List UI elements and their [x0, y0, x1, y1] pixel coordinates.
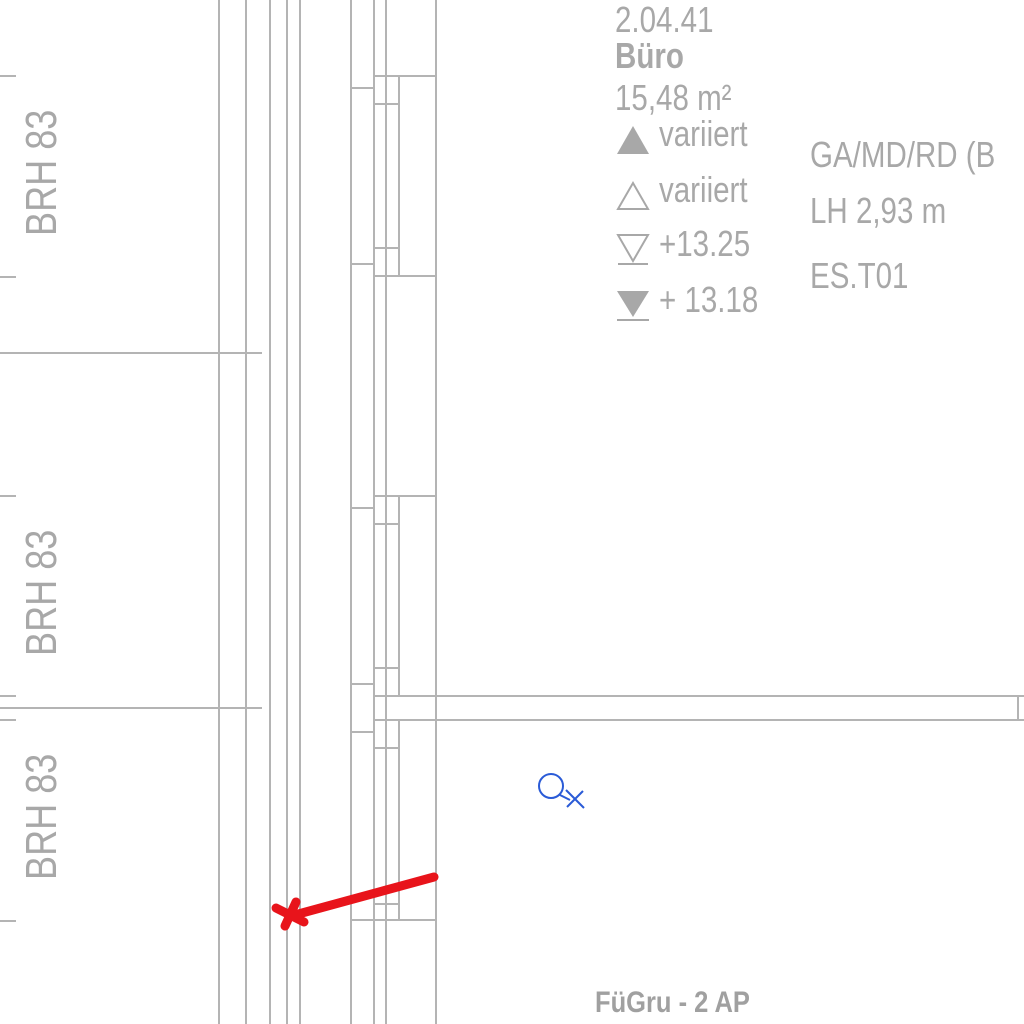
parapet-label-1: BRH 83	[17, 109, 66, 236]
fire-alarm-symbol-icon	[538, 773, 585, 809]
filled-up-triangle-icon	[617, 126, 649, 154]
outline-up-triangle-icon	[616, 180, 650, 210]
footer-label: FüGru - 2 AP	[595, 986, 750, 1019]
level-text-3: +13.25	[659, 223, 751, 264]
parapet-label-3: BRH 83	[17, 753, 66, 880]
room-number: 2.04.41	[615, 0, 714, 40]
outline-down-triangle-icon	[616, 234, 650, 265]
level-text-1: variiert	[659, 113, 748, 154]
parapet-label-2: BRH 83	[17, 529, 66, 656]
ceiling-height: LH 2,93 m	[810, 190, 947, 231]
filled-down-triangle-icon	[617, 291, 649, 321]
ceiling-type: GA/MD/RD (B	[810, 134, 996, 175]
room-name: Büro	[615, 35, 684, 76]
level-text-4: + 13.18	[659, 279, 759, 320]
ceiling-code: ES.T01	[810, 255, 909, 296]
room-area: 15,48 m²	[615, 77, 732, 118]
level-text-2: variiert	[659, 169, 748, 210]
